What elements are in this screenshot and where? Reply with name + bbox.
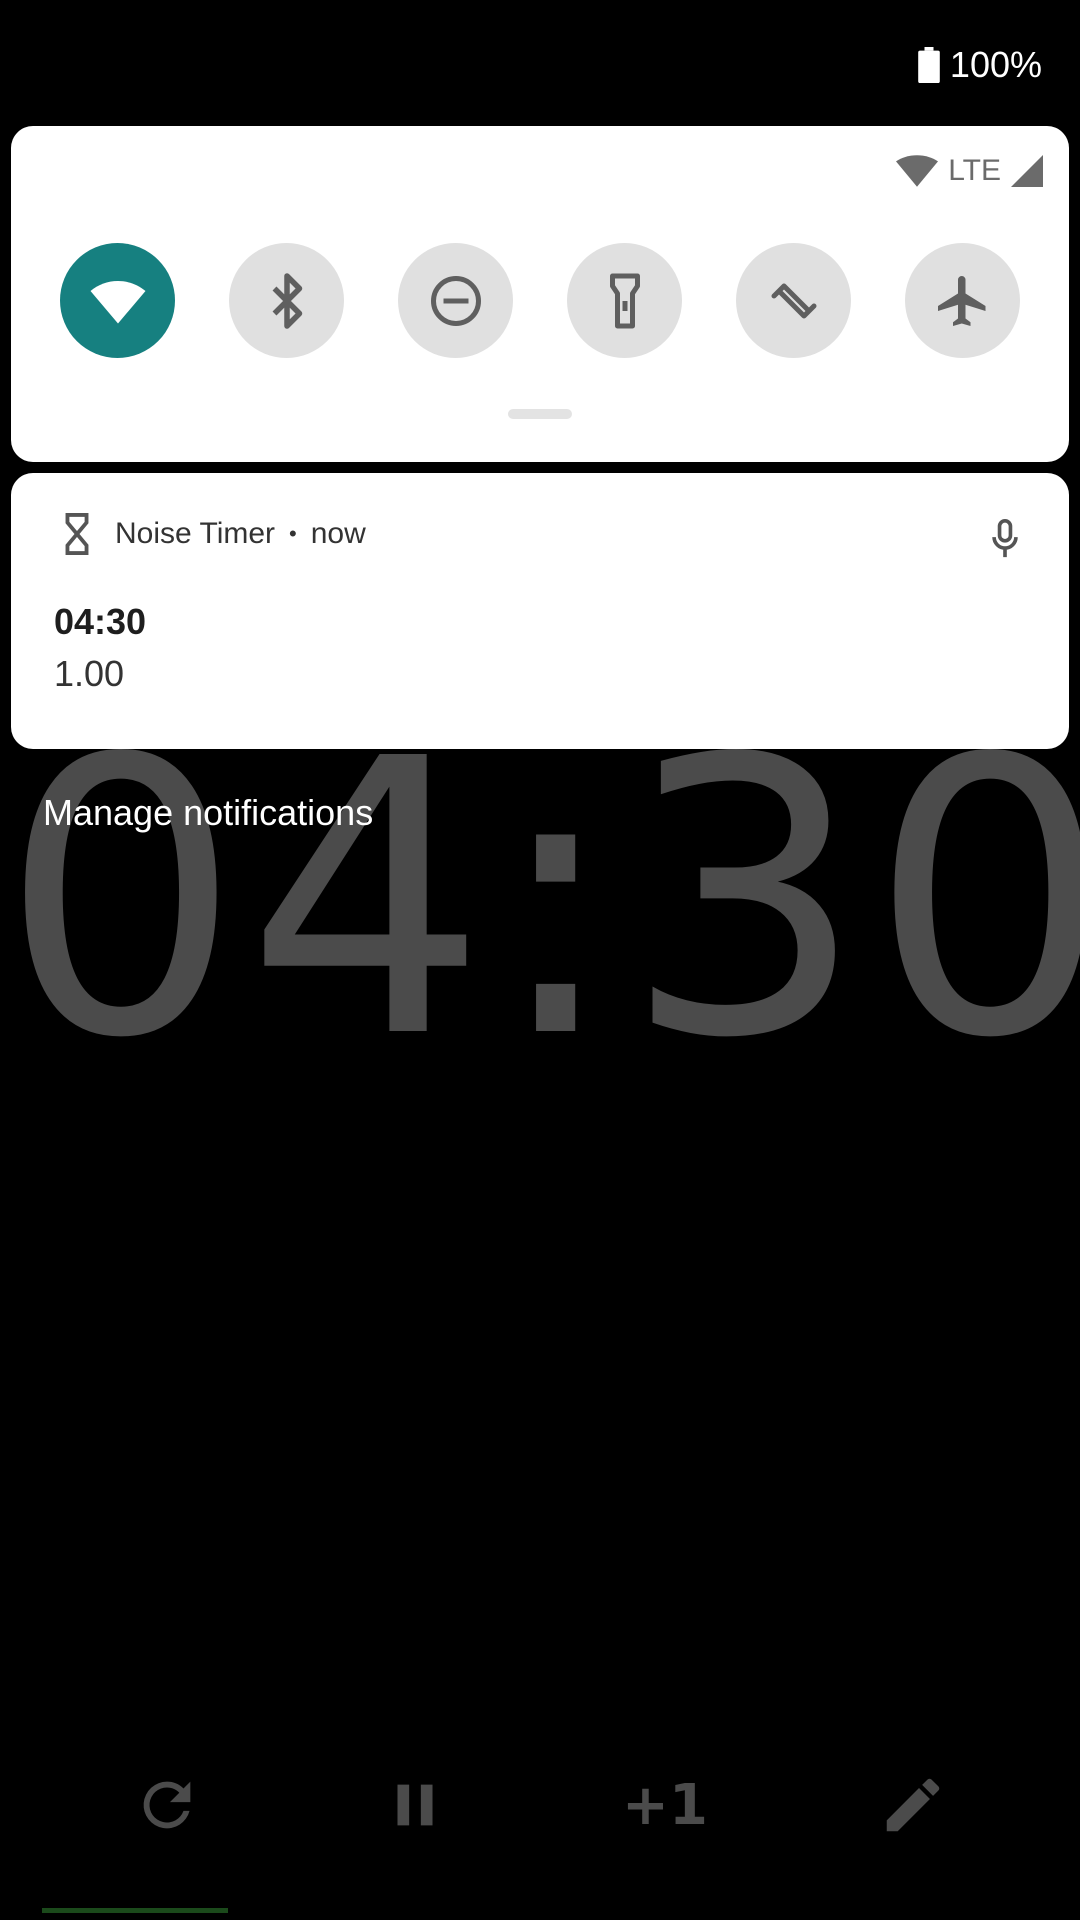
tile-do-not-disturb[interactable]	[398, 243, 513, 358]
rotate-icon	[771, 283, 816, 318]
notification-card[interactable]: Noise Timer • now 04:30 1.00	[11, 473, 1069, 749]
airplane-icon	[937, 275, 985, 326]
bluetooth-icon	[272, 272, 302, 329]
timer-controls: +1	[0, 1760, 1080, 1850]
manage-notifications-link[interactable]: Manage notifications	[43, 792, 373, 834]
network-type: LTE	[948, 154, 1001, 187]
edit-button[interactable]	[858, 1760, 968, 1850]
tile-airplane-mode[interactable]	[905, 243, 1020, 358]
timer-display: 04:30	[0, 678, 1080, 1121]
plus-one-label: +1	[622, 1772, 708, 1838]
battery-icon	[918, 47, 940, 83]
notification-text: 1.00	[54, 653, 125, 694]
pause-button[interactable]	[360, 1760, 470, 1850]
quick-settings-tiles	[60, 243, 1020, 358]
status-bar: 100%	[918, 40, 1042, 90]
tile-wifi[interactable]	[60, 243, 175, 358]
reset-button[interactable]	[112, 1760, 222, 1850]
wifi-icon	[90, 280, 145, 323]
tile-flashlight[interactable]	[567, 243, 682, 358]
pause-icon	[397, 1784, 433, 1826]
cell-signal-icon	[1011, 155, 1043, 187]
add-minute-button[interactable]: +1	[610, 1760, 720, 1850]
notification-header: Noise Timer • now	[61, 513, 366, 555]
microphone-icon[interactable]	[989, 519, 1021, 559]
expand-handle[interactable]	[508, 409, 572, 419]
quick-settings-panel: LTE	[11, 126, 1069, 462]
progress-indicator	[42, 1908, 228, 1913]
tile-bluetooth[interactable]	[229, 243, 344, 358]
battery-percent: 100%	[949, 44, 1042, 85]
notification-title: 04:30	[54, 601, 147, 642]
edit-icon	[886, 1778, 940, 1832]
qs-status-icons: LTE	[896, 154, 1043, 188]
wifi-signal-icon	[896, 155, 939, 187]
notification-app-name: Noise Timer	[115, 517, 276, 550]
notification-separator: •	[289, 521, 297, 546]
dnd-icon	[430, 275, 481, 326]
hourglass-icon	[65, 513, 89, 555]
refresh-icon	[143, 1781, 191, 1829]
flashlight-icon	[609, 273, 640, 328]
tile-auto-rotate[interactable]	[736, 243, 851, 358]
notification-time: now	[310, 517, 366, 550]
